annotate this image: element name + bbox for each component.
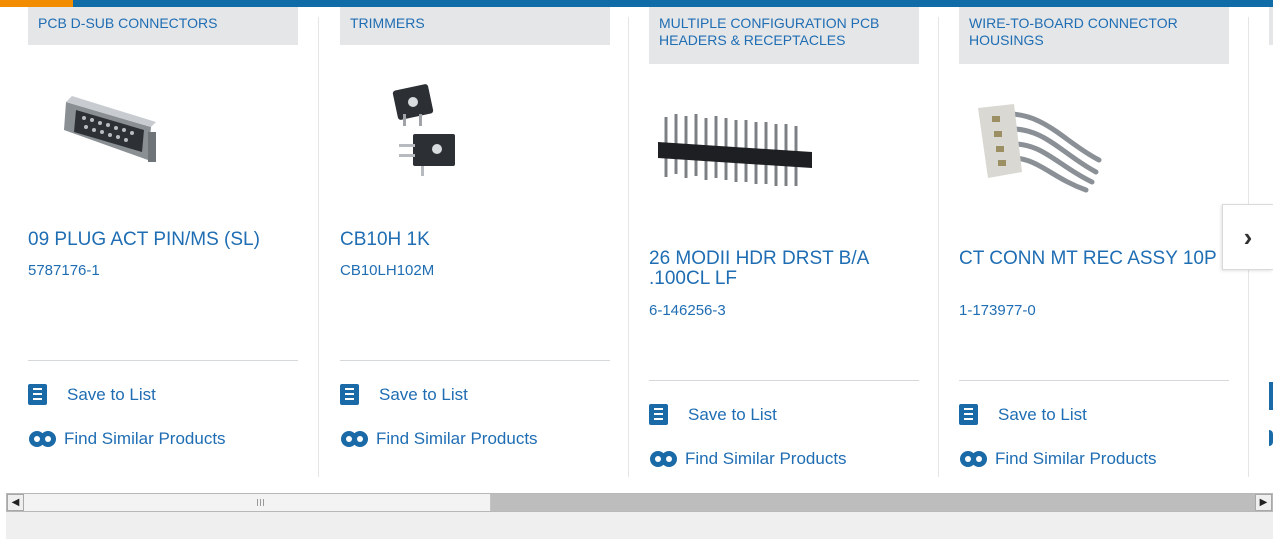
- gears-icon: [960, 451, 987, 467]
- product-card: MULTIPLE CONFIGURATION PCB HEADERS & REC…: [649, 7, 939, 477]
- product-title[interactable]: CB10H 1K: [340, 230, 620, 250]
- part-number[interactable]: CB10LH102M: [340, 262, 434, 279]
- save-to-list-button[interactable]: Save to List: [649, 404, 777, 425]
- find-similar-label: Find Similar Products: [685, 449, 847, 468]
- card-divider: [318, 17, 319, 477]
- list-icon: [1269, 382, 1273, 410]
- scroll-left-button[interactable]: ◀: [7, 494, 24, 511]
- list-icon: [28, 384, 47, 405]
- product-image[interactable]: [974, 102, 1109, 197]
- category-label[interactable]: PCB D-SUB CONNECTORS: [28, 7, 298, 45]
- product-title[interactable]: 26 MODII HDR DRST B/A .100CL LF: [649, 249, 929, 289]
- grip-icon: [257, 499, 264, 506]
- category-label: [1269, 7, 1273, 45]
- divider: [28, 360, 298, 361]
- scroll-right-button[interactable]: ▶: [1255, 494, 1272, 511]
- horizontal-scrollbar[interactable]: ◀ ▶: [6, 493, 1273, 512]
- card-divider: [628, 17, 629, 477]
- product-image[interactable]: [385, 82, 465, 182]
- find-similar-label: Find Similar Products: [995, 449, 1157, 468]
- product-card: TRIMMERS CB10H 1K CB10LH102M Save to Lis…: [340, 7, 630, 477]
- scrollbar-thumb[interactable]: [24, 494, 491, 511]
- gears-icon: [29, 431, 56, 447]
- save-to-list-label: Save to List: [998, 404, 1087, 424]
- gears-icon: [341, 431, 368, 447]
- arrow-right-icon: ▶: [1259, 497, 1268, 508]
- carousel-next-button[interactable]: ›: [1222, 204, 1273, 270]
- divider: [959, 380, 1229, 381]
- active-tab-indicator: [0, 0, 73, 7]
- part-number[interactable]: 6-146256-3: [649, 302, 726, 319]
- gears-icon: [1269, 430, 1273, 446]
- save-to-list-button[interactable]: Save to List: [340, 384, 468, 405]
- category-label[interactable]: WIRE-TO-BOARD CONNECTOR HOUSINGS: [959, 7, 1229, 64]
- chevron-right-icon: ›: [1243, 221, 1253, 252]
- list-icon: [649, 404, 668, 425]
- find-similar-button[interactable]: Find Similar Products: [340, 427, 538, 451]
- save-to-list-label: Save to List: [379, 384, 468, 404]
- find-similar-label: Find Similar Products: [376, 429, 538, 448]
- product-image[interactable]: [56, 82, 166, 172]
- save-to-list-button[interactable]: Save to List: [959, 404, 1087, 425]
- save-to-list-label: Save to List: [688, 404, 777, 424]
- list-icon: [340, 384, 359, 405]
- divider: [649, 380, 919, 381]
- top-accent-bar: [0, 0, 1273, 7]
- divider: [340, 360, 610, 361]
- product-carousel: PCB D-SUB CONNECTORS 09 PLUG ACT PIN/MS …: [0, 7, 1273, 487]
- find-similar-button[interactable]: Find Similar Products: [959, 447, 1157, 471]
- list-icon: [959, 404, 978, 425]
- status-area: [6, 512, 1273, 539]
- product-title[interactable]: CT CONN MT REC ASSY 10P: [959, 249, 1239, 269]
- product-title[interactable]: 09 PLUG ACT PIN/MS (SL): [28, 230, 308, 250]
- save-to-list-label: Save to List: [67, 384, 156, 404]
- arrow-left-icon: ◀: [11, 497, 20, 508]
- product-card: WIRE-TO-BOARD CONNECTOR HOUSINGS CT CONN…: [959, 7, 1249, 477]
- product-card: PCB D-SUB CONNECTORS 09 PLUG ACT PIN/MS …: [28, 7, 318, 477]
- part-number[interactable]: 1-173977-0: [959, 302, 1036, 319]
- save-to-list-button[interactable]: Save to List: [28, 384, 156, 405]
- gears-icon: [650, 451, 677, 467]
- category-label[interactable]: MULTIPLE CONFIGURATION PCB HEADERS & REC…: [649, 7, 919, 64]
- part-number[interactable]: 5787176-1: [28, 262, 100, 279]
- card-divider: [938, 17, 939, 477]
- find-similar-label: Find Similar Products: [64, 429, 226, 448]
- category-label[interactable]: TRIMMERS: [340, 7, 610, 45]
- product-image[interactable]: [654, 102, 819, 187]
- find-similar-button[interactable]: Find Similar Products: [649, 447, 847, 471]
- scrollbar-track[interactable]: [491, 494, 1255, 511]
- find-similar-button[interactable]: Find Similar Products: [28, 427, 226, 451]
